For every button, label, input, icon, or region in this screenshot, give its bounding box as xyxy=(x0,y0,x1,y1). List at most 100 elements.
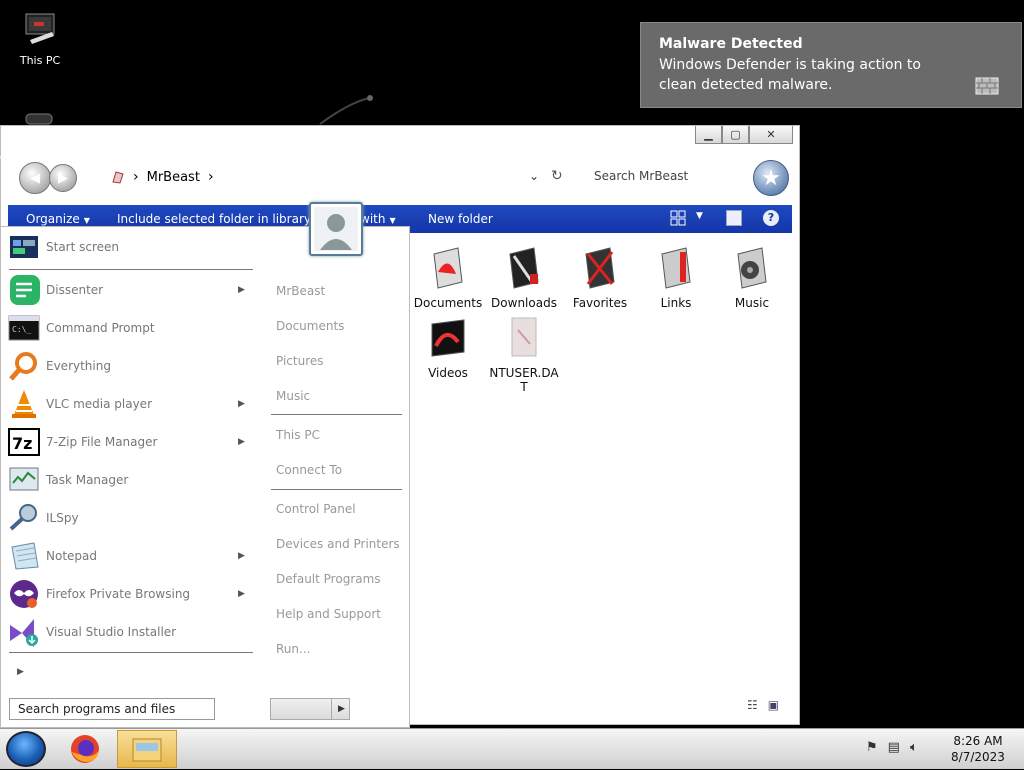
refresh-icon[interactable]: ↻ xyxy=(551,168,563,184)
share-with-button[interactable]: with ▼ xyxy=(360,212,396,226)
change-view-button[interactable] xyxy=(670,210,686,226)
maximize-icon: ▢ xyxy=(730,128,741,141)
desktop-icon-this-pc[interactable]: This PC xyxy=(14,10,66,67)
program-item-command-prompt[interactable]: C:\_ Command Prompt xyxy=(8,311,253,345)
clock-date: 8/7/2023 xyxy=(951,750,1005,764)
program-label: Start screen xyxy=(46,240,120,254)
right-link-connect-to[interactable]: Connect To xyxy=(276,463,342,477)
file-name: NTUSER.DAT xyxy=(489,366,559,394)
file-name: Favorites xyxy=(572,296,628,310)
breadcrumb-item[interactable]: MrBeast xyxy=(147,170,200,185)
volume-icon[interactable]: 🔈︎ xyxy=(910,740,918,755)
right-link-run[interactable]: Run... xyxy=(276,642,310,656)
file-item[interactable]: Videos xyxy=(413,316,483,380)
right-link-this-pc[interactable]: This PC xyxy=(276,428,320,442)
view-options-chevron-icon[interactable]: ▼ xyxy=(696,211,703,221)
program-item-ilspy[interactable]: ILSpy xyxy=(8,501,253,535)
divider xyxy=(271,414,402,415)
documents-folder-icon xyxy=(428,246,468,290)
file-item[interactable]: Documents xyxy=(413,246,483,310)
large-icons-view-icon[interactable]: ▣ xyxy=(768,698,779,712)
program-item-notepad[interactable]: Notepad ▶ xyxy=(8,539,253,573)
program-item-firefox-private[interactable]: Firefox Private Browsing ▶ xyxy=(8,577,253,611)
everything-search-icon xyxy=(8,351,40,381)
right-link-music[interactable]: Music xyxy=(276,389,310,403)
preview-pane-button[interactable] xyxy=(726,210,742,226)
right-link-user[interactable]: MrBeast xyxy=(276,284,325,298)
program-item-7zip[interactable]: 7z 7-Zip File Manager ▶ xyxy=(8,425,253,459)
right-link-default-programs[interactable]: Default Programs xyxy=(276,572,381,586)
help-icon[interactable]: ? xyxy=(763,210,779,226)
action-center-flag-icon[interactable]: ⚑ xyxy=(866,740,878,755)
malware-toast[interactable]: Malware Detected Windows Defender is tak… xyxy=(640,22,1022,108)
shutdown-options-arrow-icon[interactable]: ▶ xyxy=(331,698,351,720)
close-icon: ✕ xyxy=(766,128,776,141)
program-label: Dissenter xyxy=(46,283,104,297)
file-name: Videos xyxy=(428,366,468,380)
right-link-help-support[interactable]: Help and Support xyxy=(276,607,381,621)
task-manager-icon xyxy=(8,465,40,495)
file-item[interactable]: Music xyxy=(717,246,787,310)
network-icon[interactable]: ▤ xyxy=(888,740,900,755)
file-name: Music xyxy=(734,296,770,310)
search-programs-input[interactable]: Search programs and files xyxy=(9,698,215,720)
close-button[interactable]: ✕ xyxy=(749,126,793,144)
minimize-button[interactable]: ▁ xyxy=(695,126,722,144)
program-label: 7-Zip File Manager xyxy=(46,435,158,449)
breadcrumb[interactable]: › MrBeast › xyxy=(111,169,214,185)
vlc-icon xyxy=(8,389,40,419)
downloads-folder-icon xyxy=(504,246,544,290)
program-label: Firefox Private Browsing xyxy=(46,587,191,601)
maximize-button[interactable]: ▢ xyxy=(722,126,749,144)
view-switch-buttons: ☷ ▣ xyxy=(747,698,779,712)
this-pc-icon xyxy=(22,10,58,50)
chevron-down-icon: ▼ xyxy=(83,216,90,225)
file-item[interactable]: NTUSER.DAT xyxy=(488,316,560,394)
star-icon: ★ xyxy=(761,165,781,191)
divider xyxy=(9,652,253,653)
details-view-icon[interactable]: ☷ xyxy=(747,698,758,712)
address-dropdown-icon[interactable]: ⌄ xyxy=(529,169,539,183)
defender-shield-icon xyxy=(975,75,999,97)
breadcrumb-chevron-icon[interactable]: › xyxy=(208,169,214,185)
minimize-icon: ▁ xyxy=(704,128,713,141)
start-screen-icon xyxy=(8,232,40,262)
file-item[interactable]: Favorites xyxy=(565,246,635,310)
program-item-vlc[interactable]: VLC media player ▶ xyxy=(8,387,253,421)
organize-button[interactable]: Organize ▼ xyxy=(26,212,90,226)
file-explorer-icon xyxy=(132,738,162,762)
right-link-documents[interactable]: Documents xyxy=(276,319,344,333)
forward-button[interactable]: ▶ xyxy=(49,164,77,192)
clock[interactable]: 8:26 AM 8/7/2023 xyxy=(940,733,1016,765)
new-folder-button[interactable]: New folder xyxy=(428,212,493,226)
right-link-devices-printers[interactable]: Devices and Printers xyxy=(276,537,400,551)
breadcrumb-separator-icon: › xyxy=(133,169,139,185)
chevron-down-icon: ▼ xyxy=(389,216,396,225)
include-in-library-button[interactable]: Include selected folder in library▼ xyxy=(117,212,321,226)
right-link-pictures[interactable]: Pictures xyxy=(276,354,324,368)
program-item-task-manager[interactable]: Task Manager xyxy=(8,463,253,497)
user-avatar[interactable] xyxy=(309,202,363,256)
right-link-control-panel[interactable]: Control Panel xyxy=(276,502,356,516)
notepad-icon xyxy=(8,541,40,571)
start-button[interactable] xyxy=(6,731,46,767)
view-grid-icon xyxy=(670,210,686,226)
program-item-visual-studio-installer[interactable]: Visual Studio Installer xyxy=(8,615,253,649)
program-item-start-screen[interactable]: Start screen xyxy=(8,230,253,264)
program-item-dissenter[interactable]: Dissenter ▶ xyxy=(8,273,253,307)
submenu-arrow-icon: ▶ xyxy=(238,437,245,447)
back-button[interactable]: ◀ xyxy=(19,162,51,194)
program-item-everything[interactable]: Everything xyxy=(8,349,253,383)
program-label: Task Manager xyxy=(46,473,129,487)
search-input[interactable]: Search MrBeast xyxy=(586,164,754,188)
file-item[interactable]: Downloads xyxy=(489,246,559,310)
caption-buttons: ▁ ▢ ✕ xyxy=(695,126,793,144)
divider xyxy=(271,489,402,490)
favorites-star-button[interactable]: ★ xyxy=(753,160,789,196)
taskbar-firefox[interactable] xyxy=(66,732,104,766)
program-label: Command Prompt xyxy=(46,321,155,335)
all-programs-arrow-icon[interactable]: ▶ xyxy=(17,667,24,677)
taskbar-file-explorer[interactable] xyxy=(117,730,177,768)
file-item[interactable]: Links xyxy=(641,246,711,310)
dissenter-icon xyxy=(8,275,40,305)
